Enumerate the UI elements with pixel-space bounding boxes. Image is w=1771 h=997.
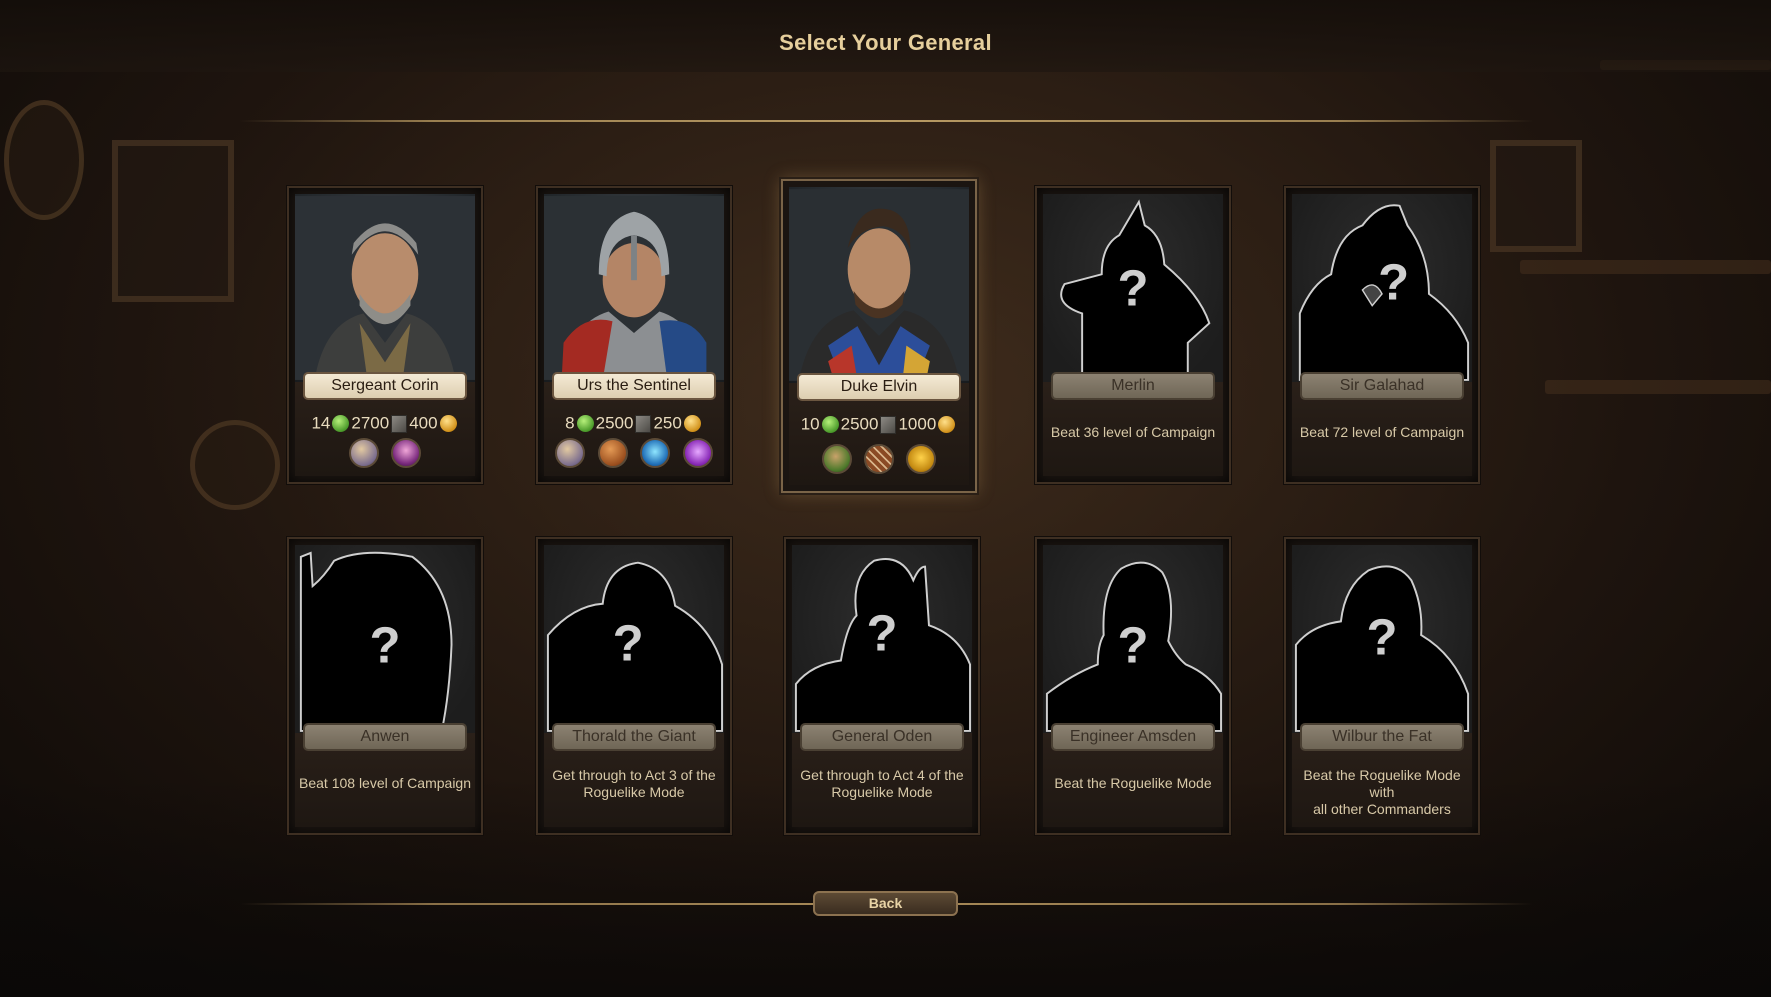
stat-value: 2500 [840,414,879,434]
general-name: General Oden [802,725,962,749]
background-shield [4,100,84,220]
gold-coin-icon [683,415,701,433]
stat-value: 400 [409,413,438,433]
general-card-sir-galahad[interactable]: ? Sir Galahad Beat 72 level of Campaign [1284,186,1480,484]
shield-ability-icon[interactable] [597,438,628,468]
general-card-engineer-amsden[interactable]: ? Engineer Amsden Beat the Roguelike Mod… [1035,537,1231,835]
general-stats: 14 2700 400 [289,413,481,434]
general-card-merlin[interactable]: ? Merlin Beat 36 level of Campaign [1035,186,1231,484]
general-name: Anwen [305,725,465,749]
page-title: Select Your General [779,30,992,55]
background-shield [190,420,280,510]
arrows-ability-icon[interactable] [864,444,894,474]
requirement-line: Roguelike Mode [831,784,933,800]
gold-coin-icon [439,415,457,433]
svg-text:?: ? [613,615,644,672]
horse-ability-icon[interactable] [821,444,852,474]
back-button[interactable]: Back [813,891,958,916]
locked-portrait: ? [1292,194,1472,382]
unlock-requirement: Beat 72 level of Campaign [1299,424,1465,440]
general-card-thorald-the-giant[interactable]: ? Thorald the Giant Get through to Act 3… [536,537,732,835]
general-name: Thorald the Giant [554,725,714,749]
unlock-requirement: Beat 36 level of Campaign [1050,424,1216,440]
ability-list [289,438,481,473]
stat-value: 2700 [351,413,390,433]
general-portrait [544,194,724,382]
general-name: Wilbur the Fat [1302,725,1462,749]
stat-value: 250 [653,413,682,433]
locked-portrait: ? [1043,194,1223,382]
feather-ability-icon[interactable] [555,438,586,468]
general-card-duke-elvin[interactable]: Duke Elvin 10 2500 1000 [781,179,977,493]
stat-value: 8 [565,413,575,433]
general-name: Sergeant Corin [305,374,465,398]
background-frame [112,140,234,302]
svg-text:?: ? [866,605,897,662]
stone-icon [635,414,652,433]
requirement-line: Get through to Act 4 of the [800,767,964,783]
feather-ability-icon[interactable] [348,438,379,468]
locked-portrait: ? [295,545,475,733]
resource-icon [576,415,594,433]
stat-value: 14 [311,413,331,433]
requirement-line: Roguelike Mode [583,784,685,800]
svg-text:?: ? [1117,616,1148,673]
resource-icon [332,415,350,433]
flame-ability-icon[interactable] [391,438,422,468]
general-name: Engineer Amsden [1053,725,1213,749]
svg-text:?: ? [1117,260,1148,317]
requirement-line: Beat the Roguelike Mode with [1303,767,1461,800]
unlock-requirement: Beat the Roguelike Mode with all other C… [1294,767,1470,818]
svg-text:?: ? [1366,609,1397,666]
army-ability-icon[interactable] [906,444,937,474]
general-name: Urs the Sentinel [554,374,714,398]
general-name: Duke Elvin [799,375,959,399]
magic-ability-icon[interactable] [682,438,713,468]
ability-list [783,444,975,479]
unlock-requirement: Beat the Roguelike Mode [1054,775,1212,791]
background-shelf [1520,260,1771,274]
locked-portrait: ? [792,545,972,733]
background-shelf [1545,380,1771,394]
requirement-line: Get through to Act 3 of the [552,767,716,783]
top-divider [240,120,1533,122]
general-portrait [789,187,969,383]
general-card-wilbur-the-fat[interactable]: ? Wilbur the Fat Beat the Roguelike Mode… [1284,537,1480,835]
locked-portrait: ? [1043,545,1223,733]
general-card-sergeant-corin[interactable]: Sergeant Corin 14 2700 400 [287,186,483,484]
general-card-anwen[interactable]: ? Anwen Beat 108 level of Campaign [287,537,483,835]
requirement-line: all other Commanders [1313,801,1451,817]
general-name: Merlin [1053,374,1213,398]
background-frame [1490,140,1582,252]
locked-portrait: ? [1292,545,1472,733]
svg-text:?: ? [369,616,400,673]
resource-icon [821,416,839,434]
troops-ability-icon[interactable] [640,438,671,468]
unlock-requirement: Get through to Act 4 of the Roguelike Mo… [794,767,970,801]
svg-text:?: ? [1378,254,1409,311]
general-stats: 8 2500 250 [538,413,730,434]
general-card-general-oden[interactable]: ? General Oden Get through to Act 4 of t… [784,537,980,835]
stat-value: 1000 [898,414,937,434]
general-name: Sir Galahad [1302,374,1462,398]
general-stats: 10 2500 1000 [783,414,975,435]
general-card-urs-the-sentinel[interactable]: Urs the Sentinel 8 2500 250 [536,186,732,484]
ability-list [538,438,730,473]
unlock-requirement: Beat 108 level of Campaign [299,775,471,791]
general-portrait [295,194,475,382]
locked-portrait: ? [544,545,724,733]
stat-value: 10 [800,414,820,434]
gold-coin-icon [938,416,956,434]
unlock-requirement: Get through to Act 3 of the Roguelike Mo… [546,767,722,801]
stat-value: 2500 [595,413,634,433]
stone-icon [880,415,897,434]
stone-icon [391,414,408,433]
